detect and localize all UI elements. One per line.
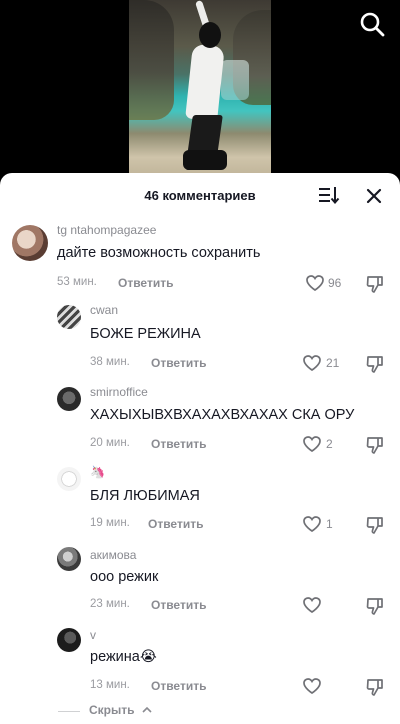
heart-outline-icon[interactable]	[305, 274, 325, 292]
comment-text: БОЖЕ РЕЖИНА	[90, 326, 201, 342]
comment-time: 20 мин.	[90, 437, 130, 449]
avatar[interactable]	[57, 547, 81, 571]
heart-outline-icon[interactable]	[302, 677, 322, 695]
comment-username[interactable]: 🦄	[90, 465, 105, 479]
comment-username[interactable]: cwan	[90, 303, 118, 317]
comments-sheet: 46 комментариев tg ntahompagazee дайте в…	[0, 173, 400, 724]
heart-outline-icon[interactable]	[302, 515, 322, 533]
search-icon	[360, 12, 385, 37]
comment-time: 19 мин.	[90, 517, 130, 529]
reply-button[interactable]: Ответить	[151, 598, 206, 612]
chevron-up-icon	[142, 706, 152, 713]
comment-text: режина😭	[90, 649, 157, 665]
like-count: 96	[328, 276, 342, 290]
avatar[interactable]	[57, 628, 81, 652]
avatar[interactable]	[12, 225, 48, 261]
reply-button[interactable]: Ответить	[151, 437, 206, 451]
comment-username[interactable]: акимова	[90, 548, 136, 562]
comment-item: cwan БОЖЕ РЕЖИНА 38 мин. Ответить 21	[0, 303, 400, 377]
close-icon	[366, 188, 382, 204]
dislike-icon[interactable]	[365, 435, 385, 455]
comment-username[interactable]: tg ntahompagazee	[57, 223, 156, 237]
heart-outline-icon[interactable]	[302, 596, 322, 614]
comment-time: 13 мин.	[90, 679, 130, 691]
like-count: 21	[326, 356, 340, 370]
comment-text: БЛЯ ЛЮБИМАЯ	[90, 488, 200, 504]
comments-header: 46 комментариев	[0, 173, 400, 219]
comment-time: 38 мин.	[90, 356, 130, 368]
avatar[interactable]	[57, 467, 81, 491]
dislike-icon[interactable]	[365, 677, 385, 697]
reply-button[interactable]: Ответить	[151, 356, 206, 370]
comment-item: tg ntahompagazee дайте возможность сохра…	[0, 223, 400, 297]
search-button[interactable]	[358, 10, 386, 38]
dislike-icon[interactable]	[365, 596, 385, 616]
comment-time: 23 мин.	[90, 598, 130, 610]
close-button[interactable]	[364, 186, 384, 206]
avatar[interactable]	[57, 305, 81, 329]
video-player[interactable]	[0, 0, 400, 185]
like-count: 2	[326, 437, 333, 451]
comment-item: 🦄 БЛЯ ЛЮБИМАЯ 19 мин. Ответить 1	[0, 465, 400, 539]
dislike-icon[interactable]	[365, 274, 385, 294]
reply-button[interactable]: Ответить	[151, 679, 206, 693]
comment-item: smirnoffice ХАХЫХЫВХВХАХАХВХАХАХ СКА ОРУ…	[0, 385, 400, 459]
comment-username[interactable]: v	[90, 628, 96, 642]
comment-username[interactable]: smirnoffice	[90, 385, 148, 399]
hide-replies-label[interactable]: Скрыть	[89, 703, 135, 717]
sort-icon	[319, 187, 340, 205]
reply-button[interactable]: Ответить	[118, 276, 173, 290]
heart-outline-icon[interactable]	[302, 435, 322, 453]
comment-item: акимова ооо режик 23 мин. Ответить	[0, 545, 400, 619]
sort-button[interactable]	[318, 186, 340, 205]
reply-button[interactable]: Ответить	[148, 517, 203, 531]
comment-text: ХАХЫХЫВХВХАХАХВХАХАХ СКА ОРУ	[90, 407, 355, 423]
dislike-icon[interactable]	[365, 515, 385, 535]
comment-text: дайте возможность сохранить	[57, 245, 261, 261]
comment-time: 53 мин.	[57, 276, 97, 288]
comment-text: ооо режик	[90, 569, 159, 585]
divider	[58, 711, 80, 712]
avatar[interactable]	[57, 387, 81, 411]
heart-outline-icon[interactable]	[302, 354, 322, 372]
video-thumbnail	[129, 0, 271, 185]
comment-item: v режина😭 13 мин. Ответить	[0, 626, 400, 700]
like-count: 1	[326, 517, 333, 531]
comments-count-title: 46 комментариев	[144, 188, 256, 203]
dislike-icon[interactable]	[365, 354, 385, 374]
